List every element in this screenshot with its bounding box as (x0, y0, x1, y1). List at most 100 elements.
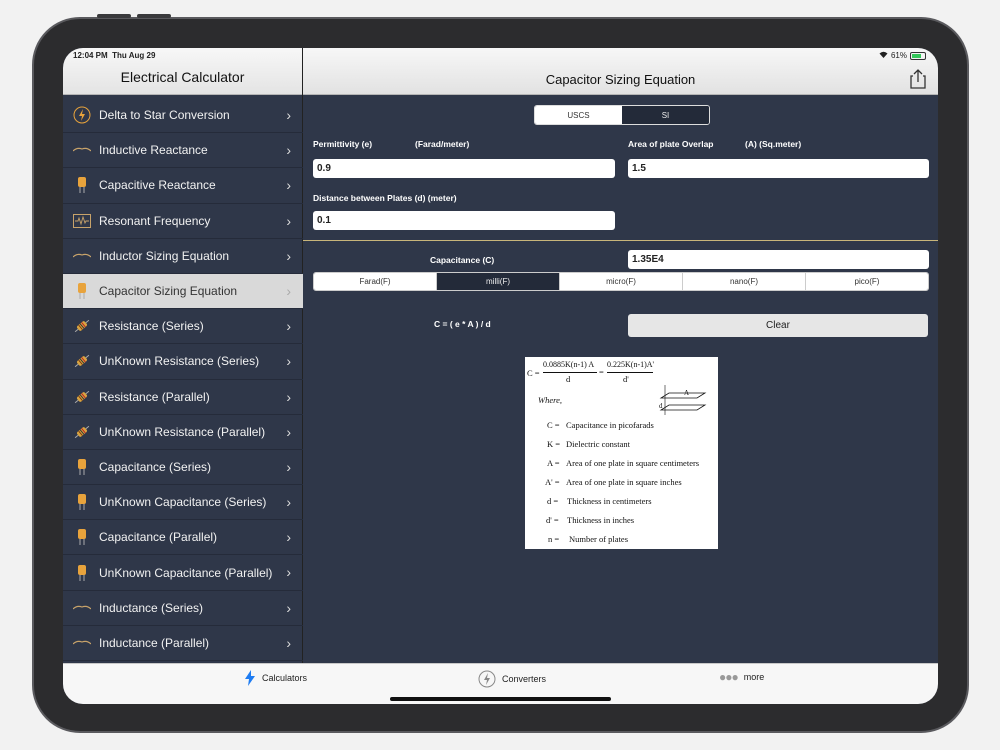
tab-converters[interactable]: Converters (478, 670, 546, 688)
sidebar-item-label: Capacitance (Parallel) (99, 530, 218, 545)
sidebar-item-unknown-capacitance-series[interactable]: UnKnown Capacitance (Series) › (63, 485, 303, 521)
capacitance-output: 1.35E4 (628, 250, 929, 269)
chevron-right-icon: › (286, 494, 291, 511)
unit-tab-micro[interactable]: micro(F) (560, 273, 683, 290)
sidebar-item-capacitive-reactance[interactable]: Capacitive Reactance › (63, 168, 303, 204)
lightning-circle-icon (478, 670, 496, 688)
sidebar-item-capacitor-sizing-equation[interactable]: Capacitor Sizing Equation › (63, 273, 303, 310)
chevron-right-icon: › (286, 423, 291, 440)
sidebar-item-delta-to-star-conversion[interactable]: Delta to Star Conversion › (63, 98, 303, 134)
chevron-right-icon: › (286, 564, 291, 581)
section-divider (303, 240, 938, 241)
tab-converters-label: Converters (502, 674, 547, 684)
img-def-d2-sym: d' = (546, 515, 559, 525)
chevron-right-icon: › (286, 599, 291, 616)
clear-button[interactable]: Clear (628, 314, 928, 337)
img-def-n-sym: n = (548, 534, 560, 544)
resistor-icon (72, 422, 92, 442)
sidebar-item-label: Delta to Star Conversion (99, 108, 230, 123)
sidebar-item-label: Capacitor Sizing Equation (99, 284, 238, 299)
sidebar-item-resistance-parallel[interactable]: Resistance (Parallel) › (63, 380, 303, 415)
sidebar-item-inductance-parallel[interactable]: Inductance (Parallel) › (63, 626, 303, 661)
area-label: Area of plate Overlap (628, 139, 714, 149)
formula-image: C = 0.0885K(n-1) A d = 0.225K(n-1)A' d' … (525, 357, 718, 549)
permittivity-label: Permittivity (e) (313, 139, 373, 149)
status-bar: 12:04 PM Thu Aug 29 61% (63, 48, 938, 62)
sidebar-item-label: UnKnown Capacitance (Series) (99, 495, 267, 510)
sidebar-item-inductor-sizing-equation[interactable]: Inductor Sizing Equation › (63, 239, 303, 274)
wifi-icon (879, 51, 888, 60)
sidebar-item-unknown-resistance-series[interactable]: UnKnown Resistance (Series) › (63, 344, 303, 380)
sidebar-item-label: UnKnown Capacitance (Parallel) (99, 565, 273, 580)
chevron-right-icon: › (286, 247, 291, 264)
unit-tab-nano[interactable]: nano(F) (683, 273, 806, 290)
unit-tab-pico[interactable]: pico(F) (806, 273, 928, 290)
sidebar-item-capacitance-parallel[interactable]: Capacitance (Parallel) › (63, 520, 303, 556)
chevron-right-icon: › (286, 529, 291, 546)
capacitance-label: Capacitance (C) (430, 255, 495, 265)
img-def-c-text: Capacitance in picofarads (566, 420, 654, 430)
img-def-k-text: Dielectric constant (566, 439, 630, 449)
unit-system-segment: USCS SI (534, 105, 710, 125)
battery-icon (910, 51, 926, 60)
sidebar: Electrical Calculator Delta to Star Conv… (63, 48, 303, 663)
img-diagram-d: d (659, 402, 663, 410)
tab-more[interactable]: ●●● more (719, 670, 764, 684)
area-input[interactable]: 1.5 (628, 159, 929, 178)
sidebar-item-resonant-frequency[interactable]: Resonant Frequency › (63, 204, 303, 239)
tab-more-label: more (743, 672, 765, 682)
status-right: 61% (879, 51, 926, 60)
home-indicator (390, 697, 611, 701)
sidebar-item-label: Inductance (Parallel) (99, 635, 210, 650)
sidebar-item-label: Inductor Sizing Equation (99, 248, 230, 263)
permittivity-unit-label: (Farad/meter) (415, 139, 470, 149)
share-icon[interactable] (908, 68, 928, 90)
img-def-d-sym: d = (547, 496, 559, 506)
inductor-icon (72, 246, 92, 266)
sidebar-item-capacitance-series[interactable]: Capacitance (Series) › (63, 450, 303, 486)
lightning-circle-icon (72, 105, 92, 125)
img-def-a2-text: Area of one plate in square inches (566, 477, 682, 487)
more-dots-icon: ●●● (719, 670, 739, 684)
sidebar-item-unknown-resistance-parallel[interactable]: UnKnown Resistance (Parallel) › (63, 415, 303, 450)
sidebar-item-label: Capacitive Reactance (99, 178, 216, 193)
resistor-icon (72, 351, 92, 371)
inductor-icon (72, 633, 92, 653)
img-den2: d' (623, 374, 629, 384)
unit-tab-milli[interactable]: milli(F) (437, 273, 560, 290)
sidebar-item-inductive-reactance[interactable]: Inductive Reactance › (63, 133, 303, 169)
permittivity-input[interactable]: 0.9 (313, 159, 615, 178)
chevron-right-icon: › (286, 282, 291, 299)
sidebar-item-unknown-capacitance-parallel[interactable]: UnKnown Capacitance (Parallel) › (63, 555, 303, 591)
tab-si[interactable]: SI (622, 106, 709, 124)
chevron-right-icon: › (286, 212, 291, 229)
img-def-n-text: Number of plates (569, 534, 629, 544)
sidebar-item-inductance-series[interactable]: Inductance (Series) › (63, 591, 303, 626)
img-def-k-sym: K = (547, 439, 561, 449)
chevron-right-icon: › (286, 458, 291, 475)
img-def-d-text: Thickness in centimeters (567, 496, 652, 506)
img-den1: d (566, 374, 571, 384)
img-c: C = (527, 368, 540, 378)
unit-tab-farad[interactable]: Farad(F) (314, 273, 437, 290)
img-def-a-sym: A = (547, 458, 560, 468)
img-def-c-sym: C = (547, 420, 560, 430)
top-button (97, 14, 131, 18)
sidebar-item-label: UnKnown Resistance (Series) (99, 354, 260, 369)
inductor-icon (72, 140, 92, 160)
img-eq: = (599, 367, 604, 377)
oscilloscope-icon (72, 211, 92, 231)
capacitor-icon (72, 563, 92, 583)
tab-uscs[interactable]: USCS (535, 106, 622, 124)
sidebar-item-resistance-series[interactable]: Resistance (Series) › (63, 309, 303, 345)
tab-calculators[interactable]: Calculators (244, 670, 307, 686)
sidebar-title: Electrical Calculator (120, 69, 245, 85)
img-where: Where, (538, 395, 562, 405)
resistor-icon (72, 387, 92, 407)
sidebar-list: Delta to Star Conversion › Inductive React… (63, 98, 303, 661)
distance-input[interactable]: 0.1 (313, 211, 615, 230)
sidebar-item-label: Inductance (Series) (99, 600, 204, 615)
chevron-right-icon: › (286, 353, 291, 370)
sidebar-item-label: UnKnown Resistance (Parallel) (99, 424, 266, 439)
tab-calculators-label: Calculators (262, 673, 308, 683)
